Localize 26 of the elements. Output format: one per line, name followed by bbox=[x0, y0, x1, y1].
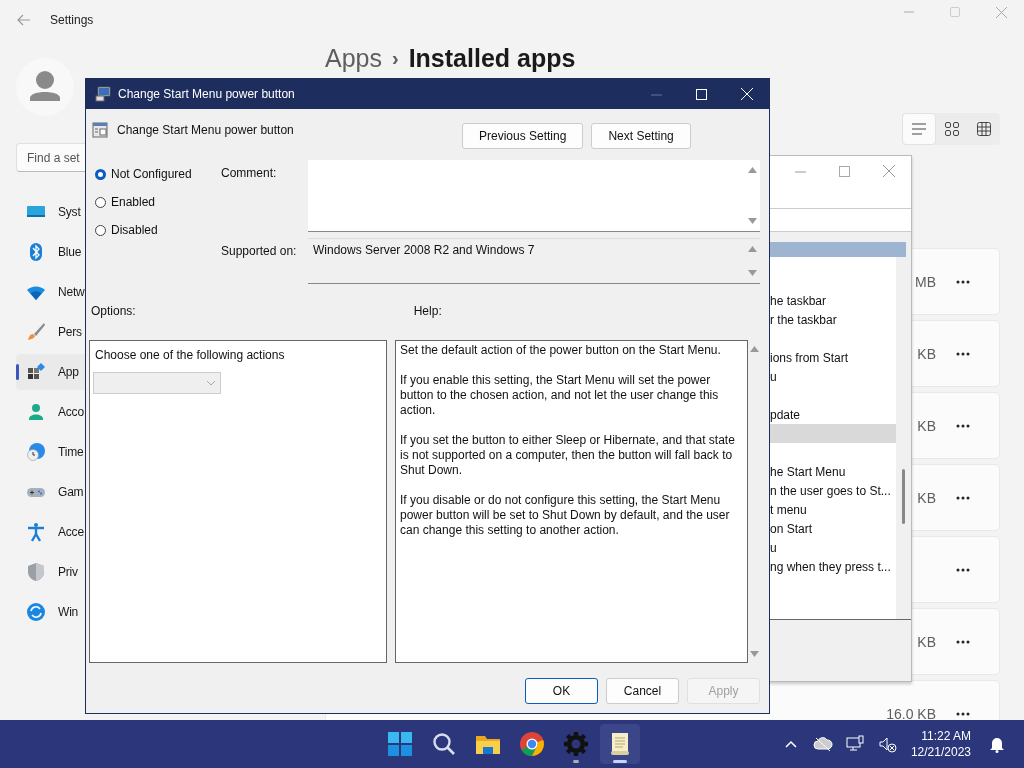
field-label: Comment: bbox=[221, 166, 278, 180]
app-size: KB bbox=[917, 345, 936, 362]
dialog-title: Change Start Menu power button bbox=[118, 87, 295, 101]
clock-date: 12/21/2023 bbox=[910, 744, 971, 760]
app-size: KB bbox=[917, 633, 936, 650]
section-label: Options: bbox=[91, 304, 136, 318]
help-paragraph: Set the default action of the power button on the Start Menu. bbox=[400, 343, 722, 358]
clock-time: 11:22 AM bbox=[921, 728, 971, 744]
radio-label: Enabled bbox=[111, 195, 156, 209]
setting-name: Change Start Menu power button bbox=[117, 123, 294, 137]
breadcrumb-separator: › bbox=[392, 46, 399, 70]
options-prompt: Choose one of the following actions bbox=[95, 348, 286, 362]
app-size: KB bbox=[917, 489, 936, 506]
help-paragraph: If you enable this setting, the Start Menu will set the power button to the chosen action, and not let the user change this action. bbox=[400, 373, 720, 418]
app-size: KB bbox=[917, 417, 936, 434]
help-paragraph: If you set the button to either Sleep or Hibernate, and that state is not supported on a computer, then the button will fall back to Shut Down. bbox=[400, 433, 736, 478]
window-title: Settings bbox=[50, 13, 94, 27]
supported-text: Windows Server 2008 R2 and Windows 7 bbox=[312, 242, 536, 259]
radio-label: Not Configured bbox=[111, 167, 192, 181]
radio-label: Disabled bbox=[111, 223, 158, 237]
help-paragraph: If you disable or do not configure this setting, the Start Menu power button will be set to Shut Down by default, and the user can change this setting to another action. bbox=[400, 493, 731, 538]
field-label: Supported on: bbox=[221, 244, 298, 258]
app-size: MB bbox=[915, 273, 936, 290]
section-label: Help: bbox=[413, 304, 442, 318]
app-size: 16.0 KB bbox=[886, 705, 936, 720]
page-heading: Installed apps bbox=[408, 43, 576, 73]
